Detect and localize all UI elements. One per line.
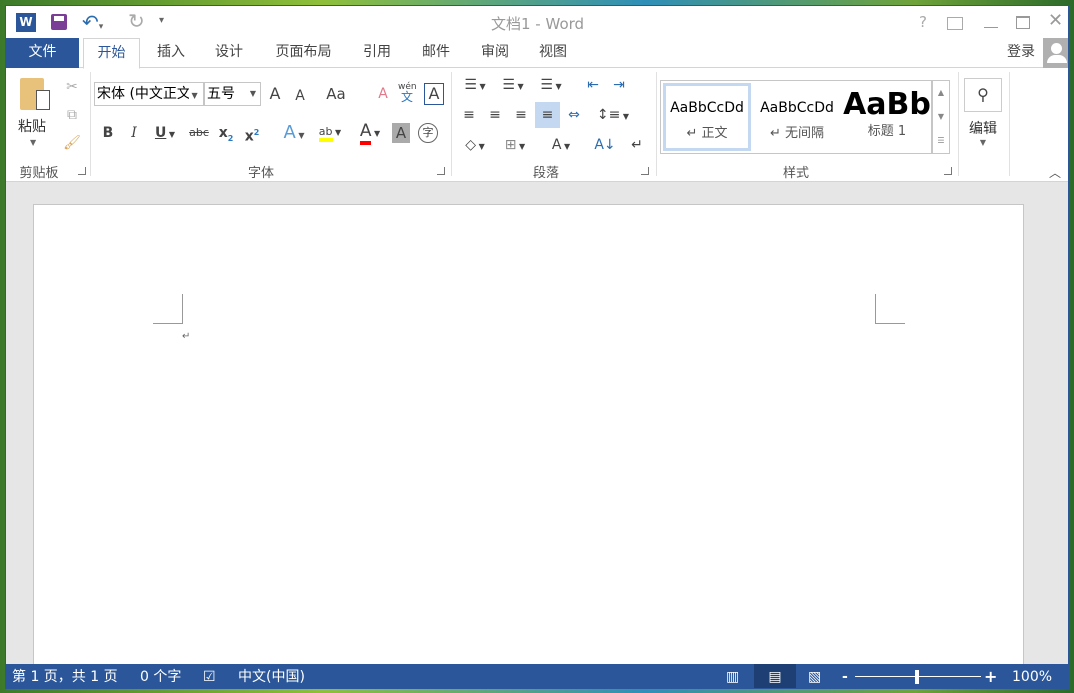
ribbon-tabs: 文件 开始 插入 设计 页面布局 引用 邮件 审阅 视图 登录 — [6, 38, 1068, 69]
font-launcher-icon[interactable] — [437, 167, 445, 175]
tab-references[interactable]: 引用 — [352, 38, 402, 68]
signin-link[interactable]: 登录 — [1001, 38, 1041, 68]
qat-customize-icon[interactable]: ▾ — [159, 15, 164, 26]
copy-icon[interactable]: ⧉ — [62, 104, 82, 126]
increase-indent-button[interactable]: ⇥ — [608, 74, 630, 96]
zoom-level[interactable]: 100% — [1012, 664, 1052, 688]
ribbon-home: 粘贴 ▼ ✂ ⧉ 🖌 剪贴板 宋体 (中文正文 ▼ 五号 ▼ A A Aa A w… — [6, 68, 1068, 182]
multilevel-list-button[interactable]: ☰ ▼ — [534, 74, 568, 96]
grow-font-icon[interactable]: A — [266, 83, 284, 105]
word-logo-icon: W — [16, 13, 36, 32]
title-bar: W ↶▾ ↻ ▾ 文档1 - Word ? ✕ — [6, 6, 1068, 38]
font-group-label: 字体 — [247, 166, 274, 181]
style-normal[interactable]: AaBbCcDd ↵ 正文 — [663, 83, 751, 151]
margin-corner-top-right — [875, 294, 905, 324]
show-marks-button[interactable]: ↵ — [626, 134, 648, 156]
font-name-select[interactable]: 宋体 (中文正文 ▼ — [94, 82, 204, 106]
justify-button[interactable]: ≡ — [535, 102, 560, 128]
tab-file[interactable]: 文件 — [6, 38, 79, 68]
numbering-button[interactable]: ☰ ▼ — [496, 74, 530, 96]
asian-layout-button[interactable]: A ▼ — [544, 134, 578, 156]
print-layout-icon[interactable]: ▤ — [754, 664, 796, 688]
tab-layout[interactable]: 页面布局 — [266, 38, 341, 68]
read-mode-icon[interactable]: ▥ — [726, 664, 739, 688]
align-right-button[interactable]: ≡ — [510, 104, 532, 126]
tab-insert[interactable]: 插入 — [146, 38, 196, 68]
avatar[interactable] — [1043, 38, 1068, 68]
styles-launcher-icon[interactable] — [944, 167, 952, 175]
superscript-button[interactable]: x2 — [242, 122, 262, 145]
subscript-button[interactable]: x2 — [216, 122, 236, 144]
clipboard-group-label: 剪贴板 — [19, 166, 59, 181]
decrease-indent-button[interactable]: ⇤ — [582, 74, 604, 96]
bullets-button[interactable]: ☰ ▼ — [458, 74, 492, 96]
format-painter-icon[interactable]: 🖌 — [62, 132, 82, 154]
text-effects-button[interactable]: A ▼ — [278, 122, 310, 144]
document-page[interactable]: ↵ — [33, 204, 1024, 674]
close-button[interactable]: ✕ — [1048, 10, 1063, 31]
zoom-in-button[interactable]: + — [984, 664, 997, 688]
clear-formatting-icon[interactable]: A — [373, 83, 393, 105]
shrink-font-icon[interactable]: A — [291, 85, 309, 107]
enclose-characters-button[interactable]: 字 — [418, 123, 438, 143]
paragraph-group-label: 段落 — [532, 166, 559, 181]
margin-corner-top-left — [153, 294, 183, 324]
proofing-icon[interactable]: ☑ — [203, 664, 216, 688]
bold-button[interactable]: B — [98, 122, 118, 144]
paragraph-mark: ↵ — [182, 331, 191, 342]
styles-gallery: AaBbCcDd ↵ 正文 AaBbCcDd ↵ 无间隔 AaBb 标题 1 — [660, 80, 932, 154]
tab-mailings[interactable]: 邮件 — [411, 38, 461, 68]
page-count[interactable]: 第 1 页，共 1 页 — [12, 664, 118, 688]
status-bar: 第 1 页，共 1 页 0 个字 ☑ 中文(中国) ▥ ▤ ▧ - + 100% — [6, 664, 1068, 688]
redo-icon[interactable]: ↻ — [128, 9, 145, 33]
paste-label: 粘贴 — [18, 119, 46, 135]
ribbon-display-options-button[interactable] — [947, 17, 963, 30]
phonetic-guide-icon[interactable]: wén 文 — [398, 82, 417, 103]
save-icon[interactable] — [51, 14, 67, 30]
minimize-button[interactable] — [984, 27, 998, 28]
window-title: 文档1 - Word — [491, 15, 585, 33]
clipboard-launcher-icon[interactable] — [78, 167, 86, 175]
font-color-button[interactable]: A ▼ — [352, 120, 388, 145]
strikethrough-button[interactable]: abc — [187, 122, 211, 144]
styles-group-label: 样式 — [782, 166, 809, 181]
zoom-out-button[interactable]: - — [842, 664, 848, 688]
paste-button[interactable]: 粘贴 ▼ — [14, 76, 58, 154]
document-area: ↵ — [6, 182, 1068, 674]
line-spacing-button[interactable]: ↕≡ ▼ — [596, 104, 630, 126]
shading-button[interactable]: ◇ ▼ — [458, 134, 492, 156]
tab-home[interactable]: 开始 — [83, 38, 140, 69]
editing-button[interactable]: ⚲ 编辑 ▼ — [964, 78, 1002, 158]
style-heading-1[interactable]: AaBb 标题 1 — [843, 83, 931, 151]
zoom-slider-thumb[interactable] — [915, 670, 919, 684]
font-size-select[interactable]: 五号 ▼ — [204, 82, 261, 106]
tab-review[interactable]: 审阅 — [470, 38, 520, 68]
distributed-button[interactable]: ⇔ — [563, 104, 585, 126]
binoculars-icon: ⚲ — [964, 78, 1002, 112]
paragraph-launcher-icon[interactable] — [641, 167, 649, 175]
character-shading-button[interactable]: A — [392, 123, 410, 143]
cut-icon[interactable]: ✂ — [62, 76, 82, 98]
borders-button[interactable]: ⊞ ▼ — [498, 134, 532, 156]
language[interactable]: 中文(中国) — [238, 664, 305, 688]
collapse-ribbon-icon[interactable]: ︿ — [1049, 164, 1061, 181]
style-no-spacing[interactable]: AaBbCcDd ↵ 无间隔 — [753, 83, 841, 151]
styles-scroll[interactable]: ▲ ▼ ☰ — [932, 80, 950, 154]
underline-button[interactable]: U ▼ — [150, 122, 180, 144]
maximize-button[interactable] — [1016, 16, 1030, 29]
align-center-button[interactable]: ≡ — [484, 104, 506, 126]
word-count[interactable]: 0 个字 — [140, 664, 181, 688]
undo-icon[interactable]: ↶▾ — [82, 10, 103, 34]
word-window: W ↶▾ ↻ ▾ 文档1 - Word ? ✕ 文件 开始 插入 设计 页面布局… — [5, 5, 1069, 689]
italic-button[interactable]: I — [124, 122, 144, 144]
align-left-button[interactable]: ≡ — [458, 104, 480, 126]
web-layout-icon[interactable]: ▧ — [808, 664, 821, 688]
tab-view[interactable]: 视图 — [528, 38, 578, 68]
help-button[interactable]: ? — [919, 13, 927, 31]
change-case-icon[interactable]: Aa — [324, 83, 348, 105]
character-border-icon[interactable]: A — [424, 83, 444, 105]
tab-design[interactable]: 设计 — [204, 38, 254, 68]
sort-button[interactable]: A↓ — [594, 134, 616, 156]
highlight-color-button[interactable]: ab ▼ — [312, 120, 348, 142]
